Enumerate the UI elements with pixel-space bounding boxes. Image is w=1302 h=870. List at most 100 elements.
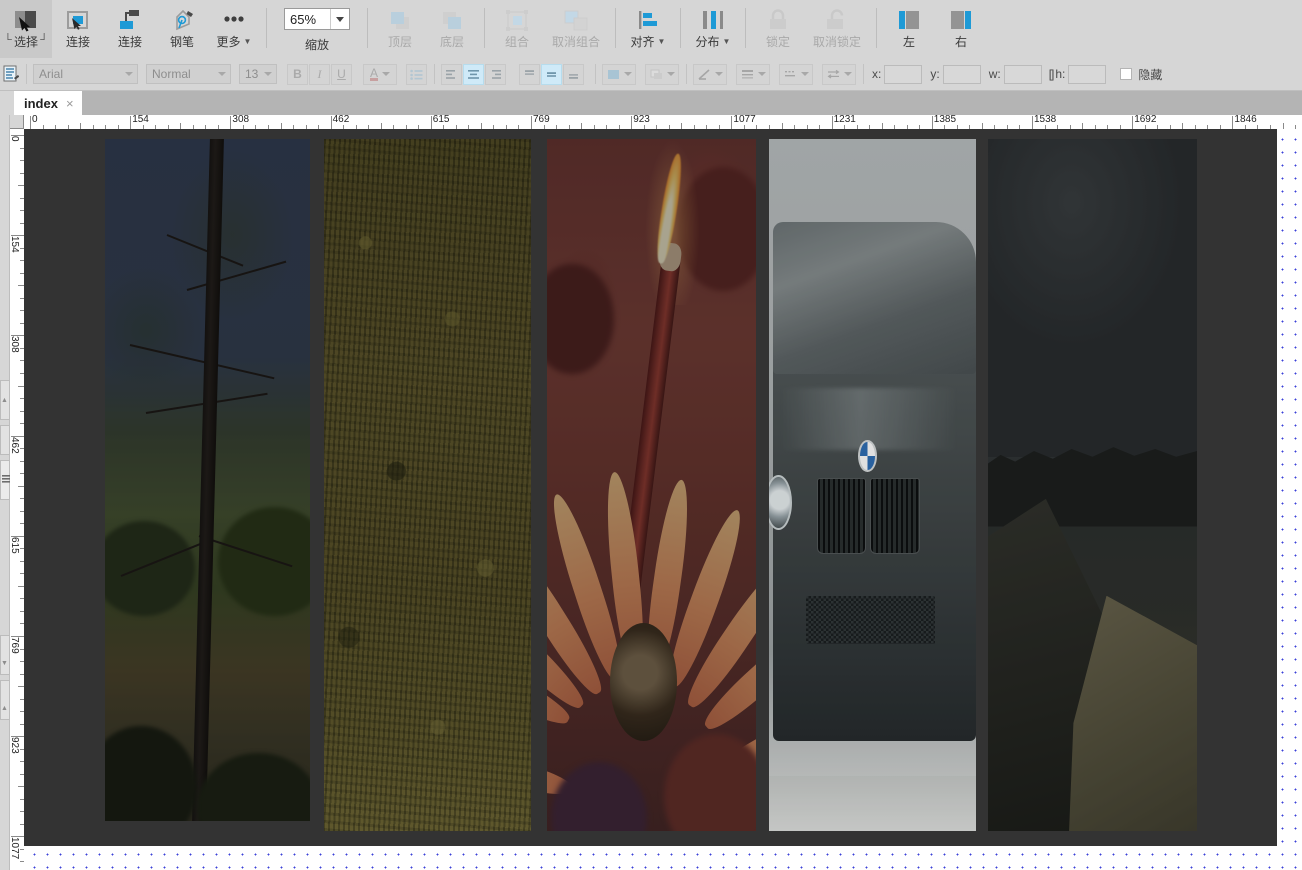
- left-panel-item-4[interactable]: [0, 635, 10, 675]
- align-right-edge-icon: [947, 7, 975, 35]
- ruler-label: 923: [633, 115, 650, 125]
- design-canvas[interactable]: [24, 129, 1302, 870]
- more-dots-icon: [220, 7, 248, 35]
- toolbar-divider: [615, 8, 616, 48]
- link-ratio-icon[interactable]: []: [1049, 67, 1055, 81]
- tool-distribute[interactable]: 分布 ▼: [687, 0, 739, 58]
- fill-color-icon: [607, 69, 619, 79]
- zoom-combobox[interactable]: 65%: [284, 8, 350, 30]
- valign-bottom-button[interactable]: [563, 63, 584, 85]
- image-tree-landscape[interactable]: [105, 139, 310, 821]
- tool-pen[interactable]: 钢笔: [156, 0, 208, 58]
- align-text-center-icon: [468, 69, 479, 79]
- fill-color-button[interactable]: [602, 63, 636, 85]
- hidden-checkbox[interactable]: [1120, 68, 1133, 80]
- pen-icon: [168, 7, 196, 35]
- align-text-center-button[interactable]: [463, 63, 484, 85]
- left-panel-item-layers[interactable]: [0, 460, 10, 500]
- tool-more[interactable]: 更多 ▼: [208, 0, 260, 58]
- tool-connect[interactable]: 连接: [52, 0, 104, 58]
- tool-lock-label: 锁定: [765, 35, 790, 49]
- ruler-label: 0: [32, 115, 38, 125]
- tool-unlock[interactable]: 取消锁定: [804, 0, 870, 58]
- left-panel-item-5[interactable]: [0, 680, 10, 720]
- collapse-arrow-up-icon: ▲: [1, 397, 8, 404]
- tool-bring-to-front[interactable]: 顶层: [374, 0, 426, 58]
- tool-send-to-back[interactable]: 底层: [426, 0, 478, 58]
- ruler-label: 0: [10, 136, 20, 142]
- main-toolbar: 选择 └ ┘ 连接 连接 钢笔 更多 ▼ 65% 缩放 顶层 底层 组合 取消组…: [0, 0, 1302, 59]
- collapse-arrow-down-icon: ▼: [1, 660, 8, 667]
- image-grey-car[interactable]: [769, 139, 976, 831]
- vertical-ruler[interactable]: 0 154 308 462 615 769 923 1077: [10, 129, 25, 870]
- format-toolbar: Arial Normal 13 B I U A x: y: w: [] h: 隐…: [0, 58, 1302, 91]
- tool-bring-to-front-label: 顶层: [387, 35, 412, 49]
- valign-middle-button[interactable]: [541, 63, 562, 85]
- document-tabbar: index ×: [0, 91, 1302, 115]
- ruler-label: 769: [533, 115, 550, 125]
- group-icon: [503, 7, 531, 35]
- ruler-label: 615: [432, 115, 450, 125]
- image-candle-flower[interactable]: [547, 139, 756, 831]
- chevron-down-icon: ▼: [722, 37, 731, 46]
- tool-align-left-edge[interactable]: 左: [883, 0, 935, 58]
- tool-line[interactable]: 连接: [104, 0, 156, 58]
- tool-ungroup[interactable]: 取消组合: [543, 0, 609, 58]
- align-text-right-button[interactable]: [485, 63, 506, 85]
- ruler-label: 615: [10, 536, 20, 554]
- tool-align-label: 对齐: [630, 35, 655, 49]
- tool-pen-label: 钢笔: [169, 35, 194, 49]
- close-icon[interactable]: ×: [66, 97, 74, 110]
- left-panel-item-2[interactable]: [0, 425, 10, 455]
- selection-corner-left: └: [4, 34, 12, 46]
- tool-select-label: 选择: [13, 35, 38, 49]
- tool-ungroup-label: 取消组合: [551, 35, 600, 49]
- underline-button[interactable]: U: [331, 63, 352, 85]
- valign-top-button[interactable]: [519, 63, 540, 85]
- text-tool-icon[interactable]: [2, 65, 20, 83]
- dash-style-button[interactable]: [779, 63, 813, 85]
- line-style-button[interactable]: [693, 63, 727, 85]
- tool-align[interactable]: 对齐 ▼: [622, 0, 674, 58]
- collapse-arrow-extra-icon: ▲: [1, 705, 8, 712]
- tool-unlock-label: 取消锁定: [812, 35, 861, 49]
- zoom-dropdown-arrow[interactable]: [330, 9, 349, 29]
- tool-align-right-edge[interactable]: 右: [935, 0, 987, 58]
- h-input[interactable]: [1068, 64, 1107, 84]
- shadow-icon: [650, 69, 662, 79]
- image-olive-foliage[interactable]: [324, 139, 531, 831]
- font-family-select[interactable]: Arial: [33, 64, 138, 84]
- y-input[interactable]: [942, 64, 981, 84]
- tab-index[interactable]: index ×: [14, 91, 82, 115]
- tool-select[interactable]: 选择 └ ┘: [0, 0, 52, 58]
- tool-align-left-edge-label: 左: [902, 35, 915, 49]
- format-divider: [595, 64, 596, 84]
- chevron-down-icon: [260, 72, 276, 76]
- arrow-style-icon: [827, 69, 839, 78]
- tool-lock[interactable]: 锁定: [752, 0, 804, 58]
- tool-group-label: 组合: [504, 35, 529, 49]
- x-input[interactable]: [884, 64, 923, 84]
- font-color-button[interactable]: A: [363, 63, 397, 85]
- align-left-edge-icon: [895, 7, 923, 35]
- bold-button[interactable]: B: [287, 63, 308, 85]
- left-panel-collapsed[interactable]: ▲ ▼ ▲: [0, 115, 10, 870]
- ruler-label: 308: [10, 336, 20, 354]
- arrow-style-button[interactable]: [822, 63, 856, 85]
- h-label: h:: [1055, 67, 1066, 81]
- chevron-down-icon: [214, 72, 230, 76]
- line-style-icon: [697, 68, 710, 80]
- font-family-value: Arial: [39, 67, 64, 81]
- horizontal-ruler[interactable]: 0 154 308 462 615 769 923 1077 1231 1385 1538 1692 1…: [24, 115, 1302, 130]
- align-text-left-button[interactable]: [441, 63, 462, 85]
- image-cliffs[interactable]: [988, 139, 1197, 831]
- ruler-label: 1538: [1034, 115, 1057, 125]
- shadow-button[interactable]: [645, 63, 679, 85]
- italic-button[interactable]: I: [309, 63, 330, 85]
- font-size-select[interactable]: 13: [239, 64, 277, 84]
- border-style-button[interactable]: [736, 63, 770, 85]
- font-style-select[interactable]: Normal: [146, 64, 231, 84]
- w-input[interactable]: [1003, 64, 1042, 84]
- bullet-list-button[interactable]: [406, 63, 427, 85]
- tool-group[interactable]: 组合: [491, 0, 543, 58]
